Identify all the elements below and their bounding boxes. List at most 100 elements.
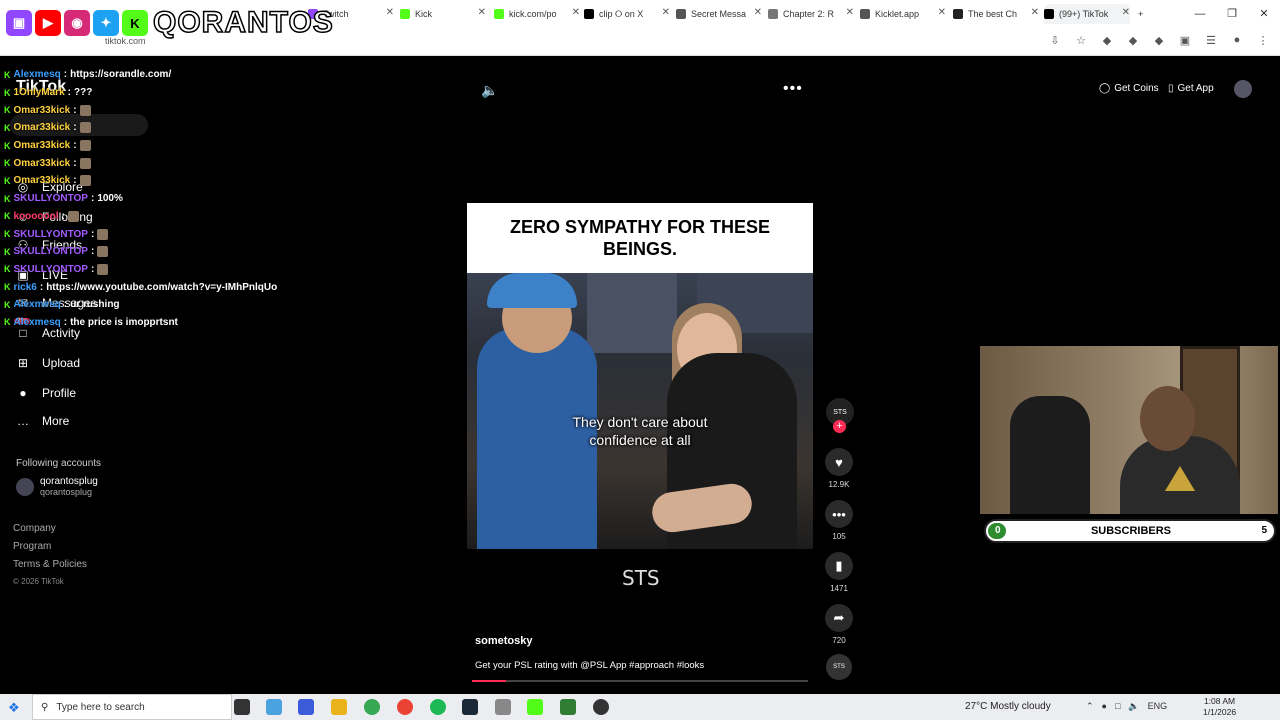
close-tab-icon[interactable]: ✕ [754,7,762,18]
extensions-puzzle-icon[interactable]: ▣ [1178,34,1192,47]
network-icon[interactable]: □ [1115,701,1120,712]
chat-text: the price is imopprtsnt [70,316,178,328]
file-explorer-icon[interactable] [331,699,347,715]
media-icon[interactable]: ☰ [1204,34,1218,47]
sidebar-item-more[interactable]: … More [16,414,69,428]
app-icon[interactable] [495,699,511,715]
chat-username[interactable]: SKULLYONTOP [14,229,88,240]
minimize-icon[interactable]: — [1184,0,1216,28]
browser-tab[interactable]: Chapter 2: R ✕ [768,4,854,24]
profile-avatar[interactable] [1234,80,1252,98]
browser-tab[interactable]: (99+) TikTok ✕ [1044,4,1130,24]
chat-username[interactable]: Alexmesq [14,317,61,328]
spotify-icon[interactable] [430,699,446,715]
chrome-icon[interactable] [397,699,413,715]
chat-username[interactable]: SKULLYONTOP [14,246,88,257]
extension-icon[interactable]: ◆ [1152,34,1166,47]
language-indicator[interactable]: ENG [1148,701,1168,712]
sidebar-item-profile[interactable]: ● Profile [16,386,76,400]
video-progress-bar[interactable] [472,680,808,682]
close-tab-icon[interactable]: ✕ [846,7,854,18]
chevron-up-icon[interactable]: ⌃ [1086,701,1094,712]
chat-message: K Omar33kick: [4,154,277,172]
chat-message: K Alexmesq: the price is imopprtsnt [4,314,277,332]
bookmark-star-icon[interactable]: ☆ [1074,34,1088,47]
chat-username[interactable]: Omar33kick [14,175,71,186]
browser-tab[interactable]: Kicklet.app ✕ [860,4,946,24]
chat-username[interactable]: 1OnlyMark [14,87,65,98]
video-player[interactable]: ZERO SYMPATHY FOR THESE BEINGS. They don… [467,203,813,549]
install-icon[interactable]: ⇩ [1048,34,1062,47]
chat-separator: : [63,316,68,328]
chat-username[interactable]: kooooool [14,211,59,222]
footer-link-terms[interactable]: Terms & Policies [13,559,87,570]
emote-icon [97,263,109,275]
microphone-icon[interactable]: ● [1102,701,1107,712]
sidebar-item-upload[interactable]: ⊞ Upload [16,356,80,370]
chat-username[interactable]: Omar33kick [14,122,71,133]
app-icon[interactable] [298,699,314,715]
tab-label: clip ⭘ on X [599,8,644,19]
obs-icon[interactable] [593,699,609,715]
clock[interactable]: 1:08 AM 1/1/2026 [1203,696,1236,718]
steam-icon[interactable] [462,699,478,715]
get-coins-button[interactable]: ◯ Get Coins [1099,83,1159,94]
browser-tab[interactable]: kick.com/po ✕ [494,4,580,24]
close-tab-icon[interactable]: ✕ [478,7,486,18]
close-tab-icon[interactable]: ✕ [938,7,946,18]
chrome-icon[interactable] [364,699,380,715]
profile-avatar-icon[interactable]: ● [1230,34,1244,47]
like-button[interactable]: ♥ 12.9K [822,448,856,489]
follow-plus-icon[interactable]: + [833,420,846,433]
browser-tab[interactable]: The best Ch ✕ [953,4,1039,24]
task-view-icon[interactable] [234,699,250,715]
more-options-icon[interactable]: ••• [783,80,803,98]
get-app-button[interactable]: ▯ Get App [1168,83,1214,94]
save-count: 1471 [830,584,848,593]
close-window-icon[interactable]: ✕ [1248,0,1280,28]
chat-username[interactable]: Omar33kick [14,158,71,169]
app-icon[interactable] [560,699,576,715]
browser-tab[interactable]: Kick ✕ [400,4,486,24]
chat-text: 100% [97,193,123,205]
emote-icon [97,246,109,258]
chat-username[interactable]: Omar33kick [14,140,71,151]
chat-username[interactable]: SKULLYONTOP [14,193,88,204]
search-icon: ⚲ [41,701,49,713]
volume-icon[interactable]: 🔈 [481,82,498,99]
video-author[interactable]: sometosky [475,635,532,647]
chat-username[interactable]: Omar33kick [14,105,71,116]
followed-account[interactable]: qorantosplug qorantosplug [16,476,98,497]
share-button[interactable]: ➦ 720 [822,604,856,645]
chat-username[interactable]: Alexmesq [14,69,61,80]
kick-icon[interactable] [527,699,543,715]
chat-username[interactable]: SKULLYONTOP [14,264,88,275]
close-tab-icon[interactable]: ✕ [1122,7,1130,18]
browser-tab[interactable]: Secret Messa ✕ [676,4,762,24]
save-button[interactable]: ▮ 1471 [822,552,856,593]
close-tab-icon[interactable]: ✕ [572,7,580,18]
extension-icon[interactable]: ◆ [1100,34,1114,47]
maximize-icon[interactable]: ❐ [1216,0,1248,28]
new-tab-icon[interactable]: + [1138,4,1152,24]
volume-icon[interactable]: 🔈 [1128,701,1139,712]
comment-button[interactable]: ••• 105 [822,500,856,541]
video-scene [467,273,813,549]
chat-text: https://sorandle.com/ [70,69,172,81]
account-handle: qorantosplug [40,487,93,497]
footer-link-program[interactable]: Program [13,541,51,552]
windows-start-icon[interactable]: ❖ [8,700,20,716]
close-tab-icon[interactable]: ✕ [662,7,670,18]
extension-icon[interactable]: ◆ [1126,34,1140,47]
footer-link-company[interactable]: Company [13,523,56,534]
taskbar-search-input[interactable]: ⚲ Type here to search [32,694,232,720]
browser-menu-icon[interactable]: ⋮ [1256,34,1270,47]
close-tab-icon[interactable]: ✕ [1031,7,1039,18]
copilot-icon[interactable] [266,699,282,715]
chat-username[interactable]: Alexmesq [14,299,61,310]
music-disc-icon[interactable]: STS [826,654,852,680]
browser-tab[interactable]: clip ⭘ on X ✕ [584,4,670,24]
weather-widget[interactable]: 27°C Mostly cloudy [965,701,1051,712]
close-tab-icon[interactable]: ✕ [386,7,394,18]
chat-username[interactable]: rick6 [14,282,37,293]
